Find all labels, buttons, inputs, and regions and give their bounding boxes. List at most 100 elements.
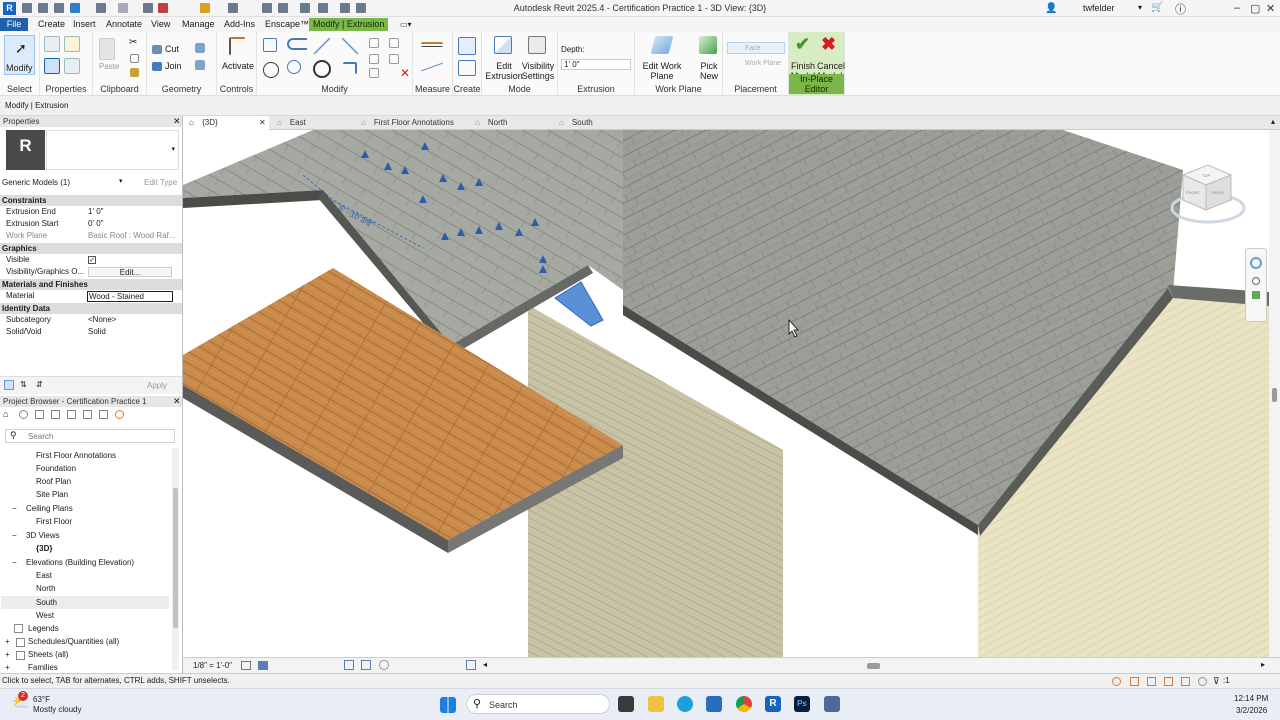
instance-filter[interactable]: Generic Models (1) xyxy=(2,177,128,189)
shadows-icon[interactable] xyxy=(361,660,371,670)
tree-west[interactable]: West xyxy=(36,610,54,622)
properties-close-icon[interactable]: ✕ xyxy=(173,116,181,127)
tree-sheets[interactable]: Sheets (all) xyxy=(28,649,68,661)
pick-new-icon[interactable] xyxy=(699,36,717,54)
schedule-icon[interactable] xyxy=(51,410,60,419)
clock-time[interactable]: 12:14 PM xyxy=(1234,694,1268,703)
categorize-icon[interactable] xyxy=(4,380,14,390)
browser-search-input[interactable]: ⚲ Search xyxy=(5,429,175,443)
nav-options-icon[interactable] xyxy=(1252,291,1260,299)
tab-file[interactable]: File xyxy=(0,18,28,31)
create-group-icon[interactable] xyxy=(458,60,476,76)
type-properties-icon[interactable] xyxy=(44,36,60,52)
tree-legends[interactable]: Legends xyxy=(28,623,59,635)
tree-north[interactable]: North xyxy=(36,583,56,595)
cube-front[interactable]: FRONT xyxy=(1186,190,1200,195)
home-icon[interactable]: ⌂ xyxy=(3,409,8,419)
material-value[interactable]: Wood - Stained xyxy=(87,291,173,302)
cope-icon[interactable] xyxy=(152,45,162,54)
mirror-draw-axis-icon[interactable] xyxy=(341,38,359,54)
edit-extrusion-icon[interactable] xyxy=(494,36,512,54)
group-icon[interactable] xyxy=(83,410,92,419)
visual-style-icon[interactable] xyxy=(258,661,268,670)
select-panel-label[interactable]: Select xyxy=(0,84,39,94)
view-tab-first-floor-annotations[interactable]: ⌂ First Floor Annotations xyxy=(359,116,454,130)
family-types-icon[interactable] xyxy=(64,36,80,52)
create-similar-icon[interactable] xyxy=(458,37,476,55)
face-button[interactable]: Face xyxy=(727,42,785,54)
help-icon[interactable]: ⓘ xyxy=(1175,1,1186,17)
materials-section[interactable]: Materials and Finishes xyxy=(0,279,182,290)
user-icon[interactable]: 👤 xyxy=(1045,3,1057,14)
browser-scrollbar[interactable] xyxy=(172,448,179,670)
filter-link-icon[interactable] xyxy=(115,410,124,419)
paste-label[interactable]: Paste xyxy=(99,62,119,71)
tree-foundation[interactable]: Foundation xyxy=(36,463,76,475)
pin-icon[interactable] xyxy=(389,38,399,48)
viewport-vscroll[interactable] xyxy=(1269,130,1280,657)
viewport-vscroll-thumb[interactable] xyxy=(1272,388,1277,402)
detail-level-icon[interactable] xyxy=(241,661,251,670)
cancel-x-icon[interactable]: ✖ xyxy=(821,34,836,55)
tree-families[interactable]: Families xyxy=(28,662,58,670)
modify-button[interactable]: ➚ Modify xyxy=(4,35,35,75)
filter-icon[interactable]: ⊽ xyxy=(1213,674,1220,688)
tab-overflow-icon[interactable]: ▭▾ xyxy=(396,18,416,31)
link-icon[interactable] xyxy=(99,410,108,419)
3d-model-canvas[interactable]: 6' - 10 3/8" TOP FRONT RIGHT xyxy=(183,130,1269,657)
username[interactable]: twfelder xyxy=(1083,3,1115,13)
paste-icon[interactable] xyxy=(99,38,115,60)
cart-icon[interactable]: 🛒 xyxy=(1151,2,1163,13)
instance-filter-dropdown-icon[interactable]: ▾ xyxy=(119,177,123,185)
settings-app-icon[interactable] xyxy=(824,696,840,712)
select-links-icon[interactable] xyxy=(1112,677,1121,686)
aligned-dim-icon[interactable] xyxy=(421,62,443,72)
background-processes-icon[interactable] xyxy=(1198,677,1207,686)
cube-right[interactable]: RIGHT xyxy=(1212,190,1225,195)
tree-3d-view-active[interactable]: {3D} xyxy=(36,543,52,555)
cut-label[interactable]: Cut xyxy=(165,44,179,54)
mirror-pick-axis-icon[interactable] xyxy=(313,38,331,54)
split-icon[interactable] xyxy=(369,38,379,48)
weather-condition[interactable]: Mostly cloudy xyxy=(33,705,81,714)
tree-roof-plan[interactable]: Roof Plan xyxy=(36,476,71,488)
zoom-icon[interactable] xyxy=(1252,277,1260,285)
rotate-icon[interactable] xyxy=(313,60,331,78)
extrusion-start-value[interactable]: 0' 0" xyxy=(88,218,104,230)
visibility-settings-button[interactable]: Visibility Settings xyxy=(521,61,555,81)
align-icon[interactable] xyxy=(263,38,277,52)
join-icon[interactable] xyxy=(152,62,162,71)
filter-count[interactable]: :1 xyxy=(1223,674,1230,688)
store-icon[interactable] xyxy=(706,696,722,712)
tab-overflow-icon[interactable]: ▴ xyxy=(1271,117,1275,126)
sort-icon[interactable]: ⇅ xyxy=(20,380,27,389)
weather-temp[interactable]: 63°F xyxy=(33,695,50,704)
subcategory-value[interactable]: <None> xyxy=(88,314,116,326)
maximize-button[interactable]: ▢ xyxy=(1250,2,1260,15)
copy-icon[interactable] xyxy=(130,54,139,63)
chrome-icon[interactable] xyxy=(736,696,752,712)
edit-type-button[interactable]: Edit Type xyxy=(134,177,177,189)
select-pinned-icon[interactable] xyxy=(1147,677,1156,686)
extrusion-end-value[interactable]: 1' 0" xyxy=(88,206,104,218)
tab-view[interactable]: View xyxy=(147,18,174,31)
activate-controls-icon[interactable] xyxy=(229,37,245,55)
family-icon[interactable] xyxy=(67,410,76,419)
steering-wheel-icon[interactable] xyxy=(1250,257,1262,269)
task-view-icon[interactable] xyxy=(618,696,634,712)
tree-expand-icon[interactable]: + xyxy=(5,649,10,661)
apply-button[interactable]: Apply xyxy=(147,381,167,390)
taskbar-search[interactable]: ⚲ Search xyxy=(466,694,610,714)
drag-on-selection-icon[interactable] xyxy=(1181,677,1190,686)
match-type-icon[interactable] xyxy=(130,68,139,77)
file-explorer-icon[interactable] xyxy=(648,696,664,712)
start-windows-icon[interactable] xyxy=(440,697,456,713)
wall-joins-icon[interactable] xyxy=(195,43,205,53)
copy-modify-icon[interactable] xyxy=(287,60,301,74)
identity-section[interactable]: Identity Data xyxy=(0,303,182,314)
minimize-button[interactable]: – xyxy=(1234,2,1240,14)
tree-ceiling-plans[interactable]: Ceiling Plans xyxy=(26,503,73,515)
type-selector-dropdown[interactable]: ▾ xyxy=(46,130,179,170)
edit-work-plane-icon[interactable] xyxy=(650,36,674,54)
edit-extrusion-button[interactable]: Edit Extrusion xyxy=(484,61,524,81)
